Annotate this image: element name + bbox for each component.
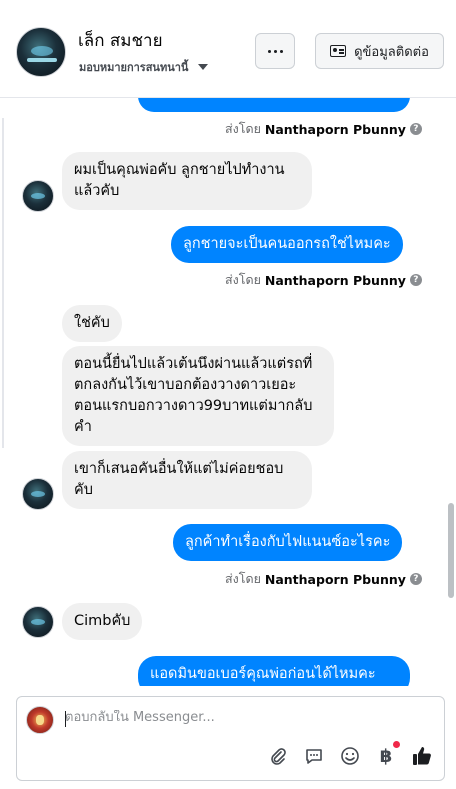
sent-by-label: ส่งโดย Nanthaporn Pbunny ?: [225, 569, 422, 589]
reply-composer: ฿: [16, 696, 445, 781]
incoming-message[interactable]: Cimbคับ: [62, 603, 143, 640]
caret-down-icon: [198, 64, 209, 70]
view-contact-info-label: ดูข้อมูลติดต่อ: [354, 44, 429, 60]
incoming-message[interactable]: ผมเป็นคุณพ่อคับ ลูกชายไปทำงานแล้วคับ: [62, 152, 312, 210]
conversation-header: เล็ก สมชาย มอบหมายการสนทนานี้ ดูข้อมูลติ…: [0, 0, 456, 98]
like-icon[interactable]: [411, 745, 433, 767]
outgoing-message[interactable]: [138, 98, 410, 112]
more-options-button[interactable]: [255, 33, 295, 69]
help-icon[interactable]: ?: [409, 573, 422, 585]
divider: [2, 118, 4, 448]
contact-avatar-small: [22, 478, 54, 510]
assign-label: มอบหมายการสนทนานี้: [79, 61, 189, 74]
incoming-message[interactable]: ตอนนี้ยื่นไปแล้วเต้นนึงผ่านแล้วแต่รถที่ต…: [62, 346, 334, 446]
contact-avatar-small: [22, 606, 54, 638]
outgoing-message[interactable]: ลูกค้าทำเรื่องกับไฟแนนซ์อะไรคะ: [173, 524, 403, 561]
baht-icon[interactable]: ฿: [375, 745, 397, 767]
more-dots-icon: [267, 49, 271, 53]
view-contact-info-button[interactable]: ดูข้อมูลติดต่อ: [315, 33, 444, 69]
emoji-icon[interactable]: [339, 745, 361, 767]
assign-conversation-dropdown[interactable]: มอบหมายการสนทนานี้: [79, 58, 209, 76]
incoming-message[interactable]: ใช่คับ: [62, 305, 122, 342]
outgoing-message[interactable]: แอดมินขอเบอร์คุณพ่อก่อนได้ไหมคะ: [138, 656, 410, 686]
attachment-icon[interactable]: [267, 745, 289, 767]
contact-avatar[interactable]: [16, 27, 66, 77]
scrollbar-thumb[interactable]: [448, 503, 454, 598]
page-avatar: [26, 706, 54, 734]
text-caret: [65, 711, 66, 727]
contact-name[interactable]: เล็ก สมชาย: [78, 27, 163, 54]
message-thread[interactable]: ส่งโดย Nanthaporn Pbunny ? ผมเป็นคุณพ่อค…: [0, 98, 456, 686]
contact-avatar-small: [22, 180, 54, 212]
incoming-message[interactable]: เขาก็เสนอคันอื่นให้แต่ไม่ค่อยชอบคับ: [62, 451, 312, 509]
outgoing-message[interactable]: ลูกชายจะเป็นคนออกรถใช่ไหมคะ: [171, 226, 403, 263]
help-icon[interactable]: ?: [409, 123, 422, 135]
notification-dot: [393, 741, 400, 748]
contact-card-icon: [330, 45, 347, 57]
help-icon[interactable]: ?: [409, 274, 422, 286]
sent-by-label: ส่งโดย Nanthaporn Pbunny ?: [225, 270, 422, 290]
reply-input[interactable]: [65, 710, 425, 725]
chat-bubble-icon[interactable]: [303, 745, 325, 767]
sent-by-label: ส่งโดย Nanthaporn Pbunny ?: [225, 119, 422, 139]
